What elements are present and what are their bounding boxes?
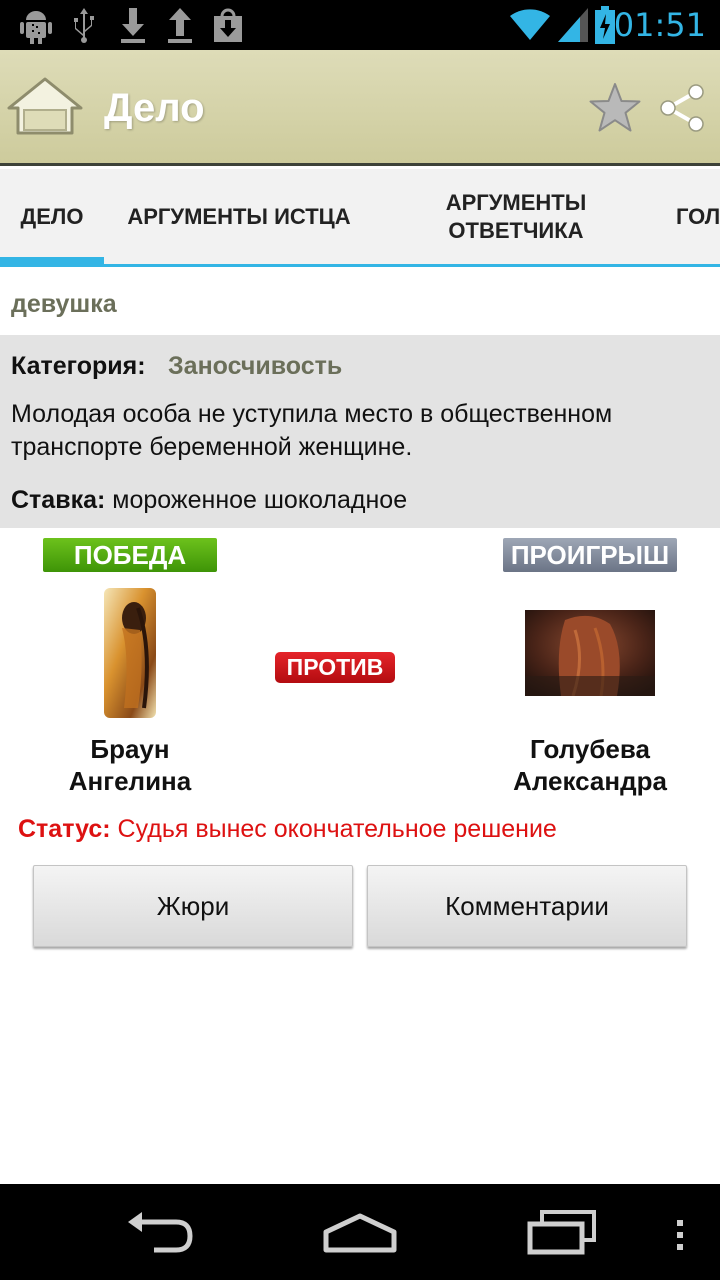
category-value: Заносчивость	[168, 352, 343, 380]
defendant-avatar[interactable]	[525, 610, 655, 696]
defendant-name: Голубева Александра	[513, 734, 667, 796]
case-description: Молодая особа не уступила место в общест…	[11, 400, 613, 461]
plaintiff-name: Браун Ангелина	[68, 734, 192, 796]
recent-apps-icon[interactable]	[524, 1204, 600, 1258]
comments-button[interactable]: Комментарии	[367, 865, 687, 947]
plaintiff-avatar[interactable]	[104, 588, 156, 718]
lose-badge: ПРОИГРЫШ	[503, 538, 677, 572]
star-icon[interactable]	[588, 82, 642, 134]
page-title: Дело	[104, 86, 205, 130]
stake-line: Ставка: мороженное шоколадное	[11, 486, 407, 515]
tab-plaintiff-arguments[interactable]: АРГУМЕНТЫ ИСТЦА	[110, 169, 368, 264]
tab-bar: ДЕЛО АРГУМЕНТЫ ИСТЦА АРГУМЕНТЫ ОТВЕТЧИКА…	[0, 169, 720, 267]
upload-icon	[168, 8, 192, 43]
wifi-icon	[510, 9, 550, 40]
navigation-bar	[0, 1184, 720, 1280]
tab-indicator	[0, 257, 104, 264]
case-info-box: Категория: Заносчивость Молодая особа не…	[0, 335, 720, 528]
clock: 01:51	[613, 6, 706, 44]
jury-button[interactable]: Жюри	[33, 865, 353, 947]
battery-icon	[595, 6, 615, 44]
overflow-menu-icon[interactable]	[674, 1204, 688, 1258]
tab-defendant-arguments[interactable]: АРГУМЕНТЫ ОТВЕТЧИКА	[420, 169, 612, 264]
action-bar: Дело	[0, 50, 720, 166]
signal-icon	[558, 8, 588, 42]
home-icon[interactable]	[6, 76, 84, 136]
case-subtitle: девушка	[11, 290, 117, 318]
tab-votes[interactable]: ГОЛ	[676, 169, 720, 264]
android-debug-icon	[20, 11, 52, 44]
store-download-icon	[214, 8, 242, 42]
back-icon[interactable]	[124, 1204, 196, 1258]
status-bar: 01:51	[0, 0, 720, 50]
status-value: Судья вынес окончательное решение	[117, 815, 557, 843]
stake-value: мороженное шоколадное	[112, 486, 408, 514]
win-badge: ПОБЕДА	[43, 538, 217, 572]
share-icon[interactable]	[658, 84, 706, 132]
home-nav-icon[interactable]	[320, 1204, 400, 1258]
versus-badge: ПРОТИВ	[275, 652, 395, 683]
tab-case[interactable]: ДЕЛО	[0, 169, 104, 264]
status-label: Статус:	[18, 815, 111, 843]
status-line: Статус: Судья вынес окончательное решени…	[18, 815, 557, 844]
stake-label: Ставка:	[11, 486, 106, 514]
category-label: Категория:	[11, 352, 146, 380]
download-icon	[121, 8, 145, 43]
usb-icon	[74, 8, 94, 43]
